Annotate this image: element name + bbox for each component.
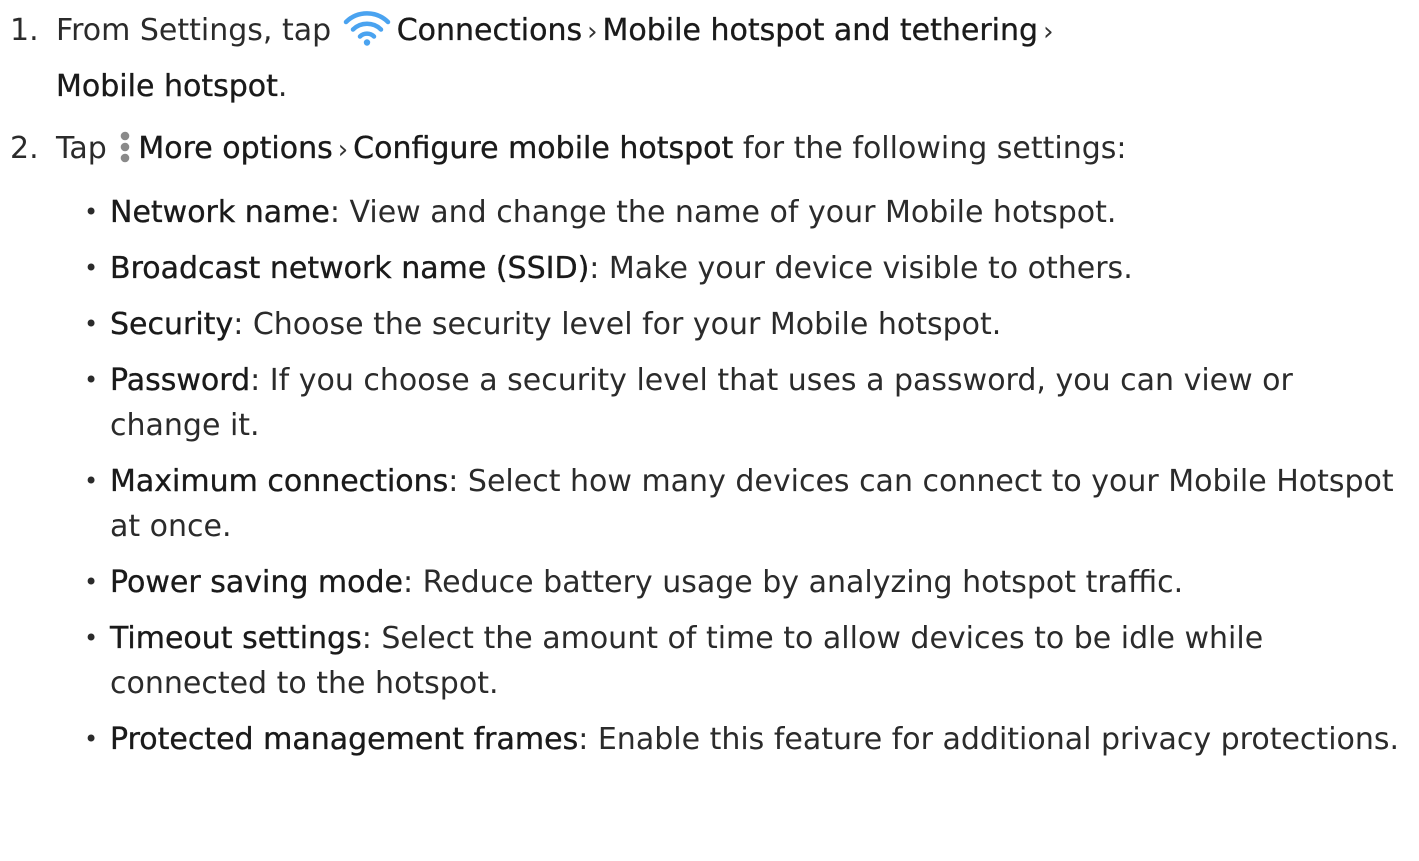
- step-intro: Tap: [56, 131, 117, 166]
- setting-description: : Enable this feature for additional pri…: [578, 722, 1400, 757]
- step-tail: for the following settings:: [733, 131, 1127, 166]
- bullet-glyph: •: [84, 198, 99, 226]
- setting-description: : Make your device visible to others.: [589, 251, 1133, 286]
- bullet-glyph: •: [84, 310, 99, 338]
- step-text-line-1: From Settings, tap Connections › Mobile ho…: [56, 8, 1058, 55]
- step-text-line-2: Mobile hotspot.: [56, 64, 288, 109]
- list-item: • Broadcast network name (SSID): Make you…: [82, 246, 1402, 291]
- bullet-glyph: •: [84, 568, 99, 596]
- list-item: • Password: If you choose a security leve…: [82, 358, 1402, 448]
- settings-list: • Network name: View and change the name …: [82, 190, 1402, 773]
- setting-description: : View and change the name of your Mobil…: [329, 195, 1117, 230]
- setting-name: Timeout settings: [110, 621, 362, 656]
- menu-path-more-options: More options: [138, 131, 333, 166]
- step-number: 2.: [10, 131, 39, 166]
- chevron-right-icon: ›: [587, 17, 598, 47]
- bullet-glyph: •: [84, 725, 99, 753]
- setting-name: Maximum connections: [110, 464, 449, 499]
- instruction-document: 1. From Settings, tap Connections › Mobile…: [0, 0, 1419, 861]
- setting-name: Security: [110, 307, 234, 342]
- chevron-right-icon: ›: [1043, 17, 1054, 47]
- menu-path-mobile-hotspot-tethering: Mobile hotspot and tethering: [602, 13, 1039, 48]
- chevron-right-icon: ›: [337, 135, 349, 165]
- list-item: • Security: Choose the security level for…: [82, 302, 1402, 347]
- list-item: • Timeout settings: Select the amount of …: [82, 616, 1402, 706]
- list-item: • Maximum connections: Select how many de…: [82, 459, 1402, 549]
- setting-description: : If you choose a security level that us…: [110, 363, 1293, 443]
- setting-name: Password: [110, 363, 251, 398]
- menu-path-connections: Connections: [396, 13, 583, 48]
- bullet-glyph: •: [84, 624, 99, 652]
- step-end: .: [277, 69, 288, 104]
- setting-name: Power saving mode: [110, 565, 404, 600]
- step-number: 1.: [10, 13, 39, 48]
- wifi-icon: [343, 10, 391, 46]
- setting-description: : Choose the security level for your Mob…: [233, 307, 1002, 342]
- setting-name: Broadcast network name (SSID): [110, 251, 590, 286]
- bullet-glyph: •: [84, 366, 99, 394]
- more-options-icon: [118, 130, 132, 164]
- bullet-glyph: •: [84, 254, 99, 282]
- menu-path-configure-mobile-hotspot: Configure mobile hotspot: [353, 131, 734, 166]
- list-item: • Protected management frames: Enable thi…: [82, 717, 1402, 762]
- step-intro: From Settings, tap: [56, 13, 341, 48]
- list-item: • Network name: View and change the name …: [82, 190, 1402, 235]
- setting-description: : Reduce battery usage by analyzing hots…: [403, 565, 1184, 600]
- setting-name: Protected management frames: [110, 722, 579, 757]
- bullet-glyph: •: [84, 467, 99, 495]
- setting-name: Network name: [110, 195, 330, 230]
- menu-path-mobile-hotspot: Mobile hotspot: [56, 69, 278, 104]
- step-text: Tap More options › Configure mobile hotspo…: [56, 126, 1127, 173]
- list-item: • Power saving mode: Reduce battery usage…: [82, 560, 1402, 605]
